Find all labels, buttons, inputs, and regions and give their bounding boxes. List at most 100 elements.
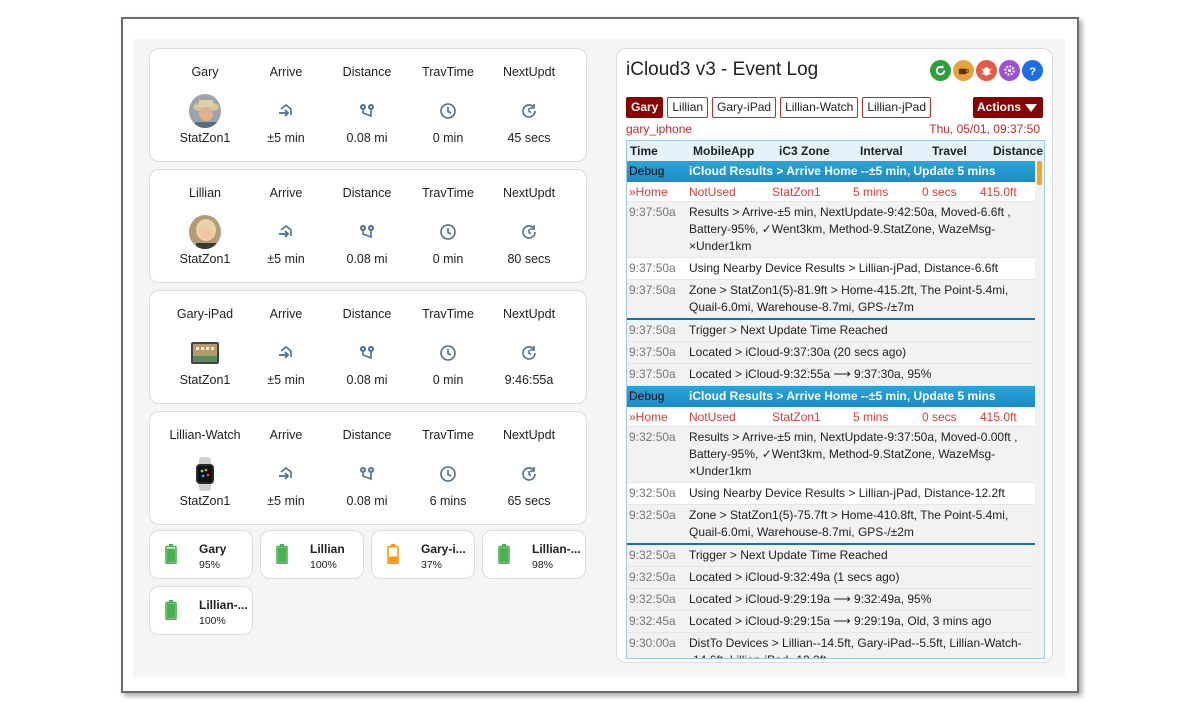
log-time: 9:32:50a <box>629 548 676 562</box>
zone-value: StatZon1 <box>179 494 231 508</box>
event-log-title: iCloud3 v3 - Event Log <box>626 59 819 80</box>
arrive-header: Arrive <box>269 307 303 321</box>
log-row: 9:32:50a Located > iCloud-9:32:49a (1 sec… <box>627 567 1037 589</box>
device-name: Gary-iPad <box>176 307 234 321</box>
nextupdt-header: NextUpdt <box>502 65 556 79</box>
device-chips: Gary Lillian Gary-iPad Lillian-Watch Lillian… <box>626 97 932 118</box>
log-cell: 5 mins <box>853 185 889 199</box>
log-row: 9:37:50a Trigger > Next Update Time Reach… <box>627 320 1037 342</box>
log-datetime: Thu, 05/01, 09:37:50 <box>929 122 1040 136</box>
travtime-header: TravTime <box>422 65 474 79</box>
device-chip[interactable]: Lillian-jPad <box>862 97 932 118</box>
device-chip[interactable]: Lillian-Watch <box>780 97 859 118</box>
travtime-value: 0 min <box>432 131 464 145</box>
column-header: Time <box>630 144 658 158</box>
battery-percent: 100% <box>199 615 226 627</box>
svg-text:?: ? <box>1029 66 1036 77</box>
log-time: Debug <box>629 389 665 403</box>
log-text: Zone > StatZon1(5)-75.7ft > Home-410.8ft… <box>689 508 1009 539</box>
travtime-header: TravTime <box>422 307 474 321</box>
distance-icon <box>351 95 383 127</box>
column-header: MobileApp <box>693 144 755 158</box>
bug-icon[interactable] <box>976 60 997 81</box>
battery-card[interactable]: Lillian-... 98% <box>482 530 586 579</box>
distance-value: 0.08 mi <box>346 252 388 266</box>
log-time: 9:37:50a <box>629 261 676 275</box>
device-card[interactable]: Lillian-Watch StatZon1 Arrive ±5 min Distanc… <box>149 411 587 525</box>
distance-icon <box>351 458 383 490</box>
travtime-value: 0 min <box>432 252 464 266</box>
log-time: 9:32:50a <box>629 508 676 522</box>
distance-icon <box>351 337 383 369</box>
distance-header: Distance <box>342 186 392 200</box>
scrollbar-thumb[interactable] <box>1037 161 1042 185</box>
arrive-header: Arrive <box>269 186 303 200</box>
device-name: Gary <box>191 65 219 79</box>
log-time: Debug <box>629 164 665 178</box>
log-text: Located > iCloud-9:37:30a (20 secs ago) <box>689 345 907 359</box>
device-card[interactable]: Lillian StatZon1 Arrive ±5 min Distance 0.08 … <box>149 169 587 283</box>
log-cell: 0 secs <box>922 410 957 424</box>
dashboard: iCloud3 v3 - Event Log ? Gary Lillian Gary… <box>133 39 1065 677</box>
actions-button[interactable]: Actions <box>973 97 1043 118</box>
log-row: »Home NotUsed StatZon1 5 mins 0 secs 415.0ft <box>627 182 1037 202</box>
log-cell: NotUsed <box>689 410 736 424</box>
distance-header: Distance <box>342 307 392 321</box>
battery-icon <box>165 544 177 564</box>
battery-card[interactable]: Gary 95% <box>149 530 253 579</box>
zone-value: StatZon1 <box>179 373 231 387</box>
app-window: iCloud3 v3 - Event Log ? Gary Lillian Gary… <box>121 17 1079 693</box>
nextupdt-icon <box>513 95 545 127</box>
battery-icon <box>276 544 288 564</box>
device-chip[interactable]: Lillian <box>667 97 709 118</box>
nextupdt-value: 45 secs <box>507 131 551 145</box>
travtime-header: TravTime <box>422 428 474 442</box>
log-row: 9:37:50a Using Nearby Device Results > Li… <box>627 258 1037 280</box>
event-log-scrollbar[interactable] <box>1035 161 1044 658</box>
arrive-icon <box>270 216 302 248</box>
battery-card[interactable]: Lillian 100% <box>260 530 364 579</box>
travtime-icon <box>432 337 464 369</box>
selected-device-name: gary_iphone <box>626 122 693 136</box>
travtime-icon <box>432 216 464 248</box>
battery-card[interactable]: Lillian-... 100% <box>149 586 253 635</box>
log-text: Located > iCloud-9:29:19a ⟶ 9:32:49a, 95… <box>689 592 932 606</box>
battery-icon <box>387 544 399 564</box>
log-text: iCloud Results > Arrive Home --±5 min, U… <box>689 164 996 178</box>
device-card[interactable]: Gary StatZon1 Arrive ±5 min Distance 0.08 mi T… <box>149 48 587 162</box>
log-text: DistTo Devices > Lillian--14.5ft, Gary-i… <box>689 636 1022 658</box>
device-card[interactable]: Gary-iPad StatZon1 Arrive ±5 min Distance 0.0… <box>149 290 587 404</box>
event-log-table[interactable]: Time MobileApp iC3 Zone Interval Travel Dista… <box>626 140 1045 659</box>
log-row: 9:32:50a Located > iCloud-9:29:19a ⟶ 9:32… <box>627 589 1037 611</box>
battery-device-name: Gary-i... <box>421 542 466 556</box>
arrive-icon <box>270 458 302 490</box>
log-cell: »Home <box>629 410 668 424</box>
log-cell: »Home <box>629 185 668 199</box>
travtime-value: 0 min <box>432 373 464 387</box>
log-time: 9:37:50a <box>629 367 676 381</box>
refresh-icon[interactable] <box>930 60 951 81</box>
gear-icon[interactable] <box>999 60 1020 81</box>
battery-icon <box>165 600 177 620</box>
log-time: 9:32:45a <box>629 614 676 628</box>
zone-value: StatZon1 <box>179 252 231 266</box>
nextupdt-header: NextUpdt <box>502 186 556 200</box>
log-text: Results > Arrive-±5 min, NextUpdate-9:42… <box>689 205 1011 253</box>
coffee-icon[interactable] <box>953 60 974 81</box>
battery-card[interactable]: Gary-i... 37% <box>371 530 475 579</box>
log-text: Located > iCloud-9:32:55a ⟶ 9:37:30a, 95… <box>689 367 932 381</box>
log-row: 9:37:50a Located > iCloud-9:32:55a ⟶ 9:37… <box>627 364 1037 386</box>
arrive-header: Arrive <box>269 65 303 79</box>
nextupdt-value: 65 secs <box>507 494 551 508</box>
distance-header: Distance <box>342 428 392 442</box>
device-chip[interactable]: Gary <box>626 97 664 118</box>
log-row: 9:32:50a Results > Arrive-±5 min, NextUpd… <box>627 427 1037 483</box>
log-text: Using Nearby Device Results > Lillian-jP… <box>689 486 1005 500</box>
help-icon[interactable]: ? <box>1022 60 1043 81</box>
device-chip[interactable]: Gary-iPad <box>712 97 777 118</box>
column-header: iC3 Zone <box>779 144 830 158</box>
gary-avatar <box>189 94 221 128</box>
arrive-header: Arrive <box>269 428 303 442</box>
event-log-rows: Debug iCloud Results > Arrive Home --±5 m… <box>627 161 1037 658</box>
distance-value: 0.08 mi <box>346 131 388 145</box>
